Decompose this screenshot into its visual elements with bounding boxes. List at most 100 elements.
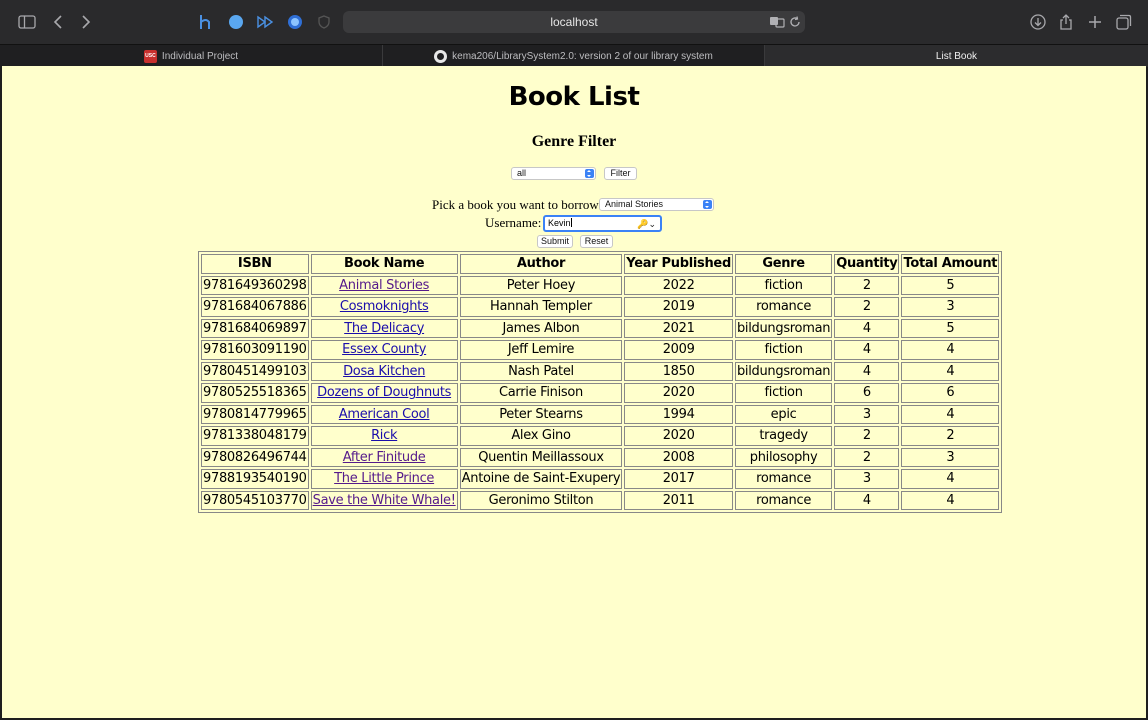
password-key-icon[interactable]: 🔑⌄ xyxy=(637,218,656,231)
genre-filter-heading: Genre Filter xyxy=(531,133,617,150)
borrow-select-value: Animal Stories xyxy=(605,199,664,209)
year-cell: 1850 xyxy=(624,361,733,381)
year-cell: 2017 xyxy=(624,469,733,489)
total-amount-cell: 5 xyxy=(901,318,1000,338)
book-link[interactable]: Dosa Kitchen xyxy=(343,364,425,379)
quantity-cell: 3 xyxy=(834,404,900,424)
select-arrows-icon xyxy=(703,200,712,209)
table-row: 9780545103770 Save the White Whale! Geroni… xyxy=(201,490,1000,510)
isbn-cell: 9781684069897 xyxy=(201,318,309,338)
book-link[interactable]: Animal Stories xyxy=(339,278,429,293)
book-link[interactable]: Dozens of Doughnuts xyxy=(317,385,451,400)
address-bar[interactable]: localhost xyxy=(343,11,805,33)
total-amount-cell: 4 xyxy=(901,340,1000,360)
book-link[interactable]: After Finitude xyxy=(343,450,426,465)
table-row: 9780826496744 After Finitude Quentin Meill… xyxy=(201,447,1000,467)
username-label: Username: xyxy=(485,215,542,230)
browser-toolbar: localhost xyxy=(0,0,1148,44)
isbn-cell: 9780545103770 xyxy=(201,490,309,510)
isbn-cell: 9780451499103 xyxy=(201,361,309,381)
total-amount-cell: 4 xyxy=(901,490,1000,510)
extension-fastforward-icon[interactable] xyxy=(254,11,276,33)
book-link[interactable]: Essex County xyxy=(342,342,426,357)
header-author: Author xyxy=(459,254,623,274)
year-cell: 2020 xyxy=(624,426,733,446)
quantity-cell: 2 xyxy=(834,297,900,317)
quantity-cell: 2 xyxy=(834,426,900,446)
table-row: 9780525518365 Dozens of Doughnuts Carrie F… xyxy=(201,383,1000,403)
quantity-cell: 2 xyxy=(834,447,900,467)
reload-icon[interactable] xyxy=(787,14,803,30)
page-title: Book List xyxy=(508,82,640,112)
borrow-book-select[interactable]: Animal Stories xyxy=(599,198,714,211)
total-amount-cell: 4 xyxy=(901,361,1000,381)
github-icon xyxy=(434,49,448,63)
downloads-icon[interactable] xyxy=(1027,11,1049,33)
year-cell: 2009 xyxy=(624,340,733,360)
tab-individual-project[interactable]: USC Individual Project xyxy=(0,45,382,67)
extension-circle-icon[interactable] xyxy=(225,11,247,33)
book-name-cell: The Delicacy xyxy=(310,318,458,338)
table-row: 9781649360298 Animal Stories Peter Hoey 202… xyxy=(201,275,1000,295)
reset-button[interactable]: Reset xyxy=(580,235,613,248)
select-arrows-icon xyxy=(585,169,594,178)
genre-select[interactable]: all xyxy=(511,167,596,180)
translate-icon[interactable] xyxy=(769,14,785,30)
genre-select-value: all xyxy=(517,168,527,178)
author-cell: Geronimo Stilton xyxy=(459,490,623,510)
borrow-label: Pick a book you want to borrow xyxy=(432,197,599,212)
book-name-cell: The Little Prince xyxy=(310,469,458,489)
book-name-cell: After Finitude xyxy=(310,447,458,467)
book-link[interactable]: The Delicacy xyxy=(344,321,424,336)
author-cell: James Albon xyxy=(459,318,623,338)
book-link[interactable]: The Little Prince xyxy=(334,471,434,486)
quantity-cell: 4 xyxy=(834,318,900,338)
year-cell: 1994 xyxy=(624,404,733,424)
table-header-row: ISBN Book Name Author Year Published Gen… xyxy=(201,254,1000,274)
header-isbn: ISBN xyxy=(201,254,309,274)
text-caret xyxy=(570,218,572,227)
book-link[interactable]: Cosmoknights xyxy=(340,299,429,314)
genre-cell: fiction xyxy=(734,340,833,360)
tab-list-book[interactable]: List Book xyxy=(765,45,1148,67)
book-link[interactable]: American Cool xyxy=(339,407,430,422)
table-row: 9781338048179 Rick Alex Gino 2020 tragedy 2 2 xyxy=(201,426,1000,446)
genre-cell: romance xyxy=(734,297,833,317)
isbn-cell: 9781603091190 xyxy=(201,340,309,360)
book-name-cell: Dosa Kitchen xyxy=(310,361,458,381)
forward-icon[interactable] xyxy=(75,11,97,33)
table-row: 9780814779965 American Cool Peter Stearns 1… xyxy=(201,404,1000,424)
filter-button[interactable]: Filter xyxy=(604,167,637,180)
share-icon[interactable] xyxy=(1055,11,1077,33)
sidebar-toggle-icon[interactable] xyxy=(16,11,38,33)
username-value: Kevin xyxy=(548,218,571,228)
isbn-cell: 9780525518365 xyxy=(201,383,309,403)
extension-ring-icon[interactable] xyxy=(284,11,306,33)
table-row: 9781684069897 The Delicacy James Albon 2021… xyxy=(201,318,1000,338)
tab-github-repo[interactable]: kema206/LibrarySystem2.0: version 2 of o… xyxy=(383,45,764,67)
extension-h-icon[interactable] xyxy=(195,11,217,33)
author-cell: Jeff Lemire xyxy=(459,340,623,360)
total-amount-cell: 6 xyxy=(901,383,1000,403)
tab-label: List Book xyxy=(935,50,978,62)
submit-button[interactable]: Submit xyxy=(537,235,573,248)
year-cell: 2008 xyxy=(624,447,733,467)
privacy-shield-icon[interactable] xyxy=(313,11,335,33)
new-tab-icon[interactable] xyxy=(1084,11,1106,33)
usc-favicon-icon: USC xyxy=(143,49,157,63)
book-name-cell: Dozens of Doughnuts xyxy=(310,383,458,403)
author-cell: Peter Stearns xyxy=(459,404,623,424)
total-amount-cell: 2 xyxy=(901,426,1000,446)
address-text: localhost xyxy=(550,15,598,29)
quantity-cell: 6 xyxy=(834,383,900,403)
back-icon[interactable] xyxy=(47,11,69,33)
total-amount-cell: 3 xyxy=(901,447,1000,467)
username-input[interactable]: Kevin 🔑⌄ xyxy=(543,215,662,232)
author-cell: Peter Hoey xyxy=(459,275,623,295)
book-table: ISBN Book Name Author Year Published Gen… xyxy=(198,251,1003,513)
book-link[interactable]: Rick xyxy=(371,428,397,443)
tab-overview-icon[interactable] xyxy=(1113,11,1135,33)
isbn-cell: 9780814779965 xyxy=(201,404,309,424)
book-link[interactable]: Save the White Whale! xyxy=(313,493,456,508)
year-cell: 2019 xyxy=(624,297,733,317)
